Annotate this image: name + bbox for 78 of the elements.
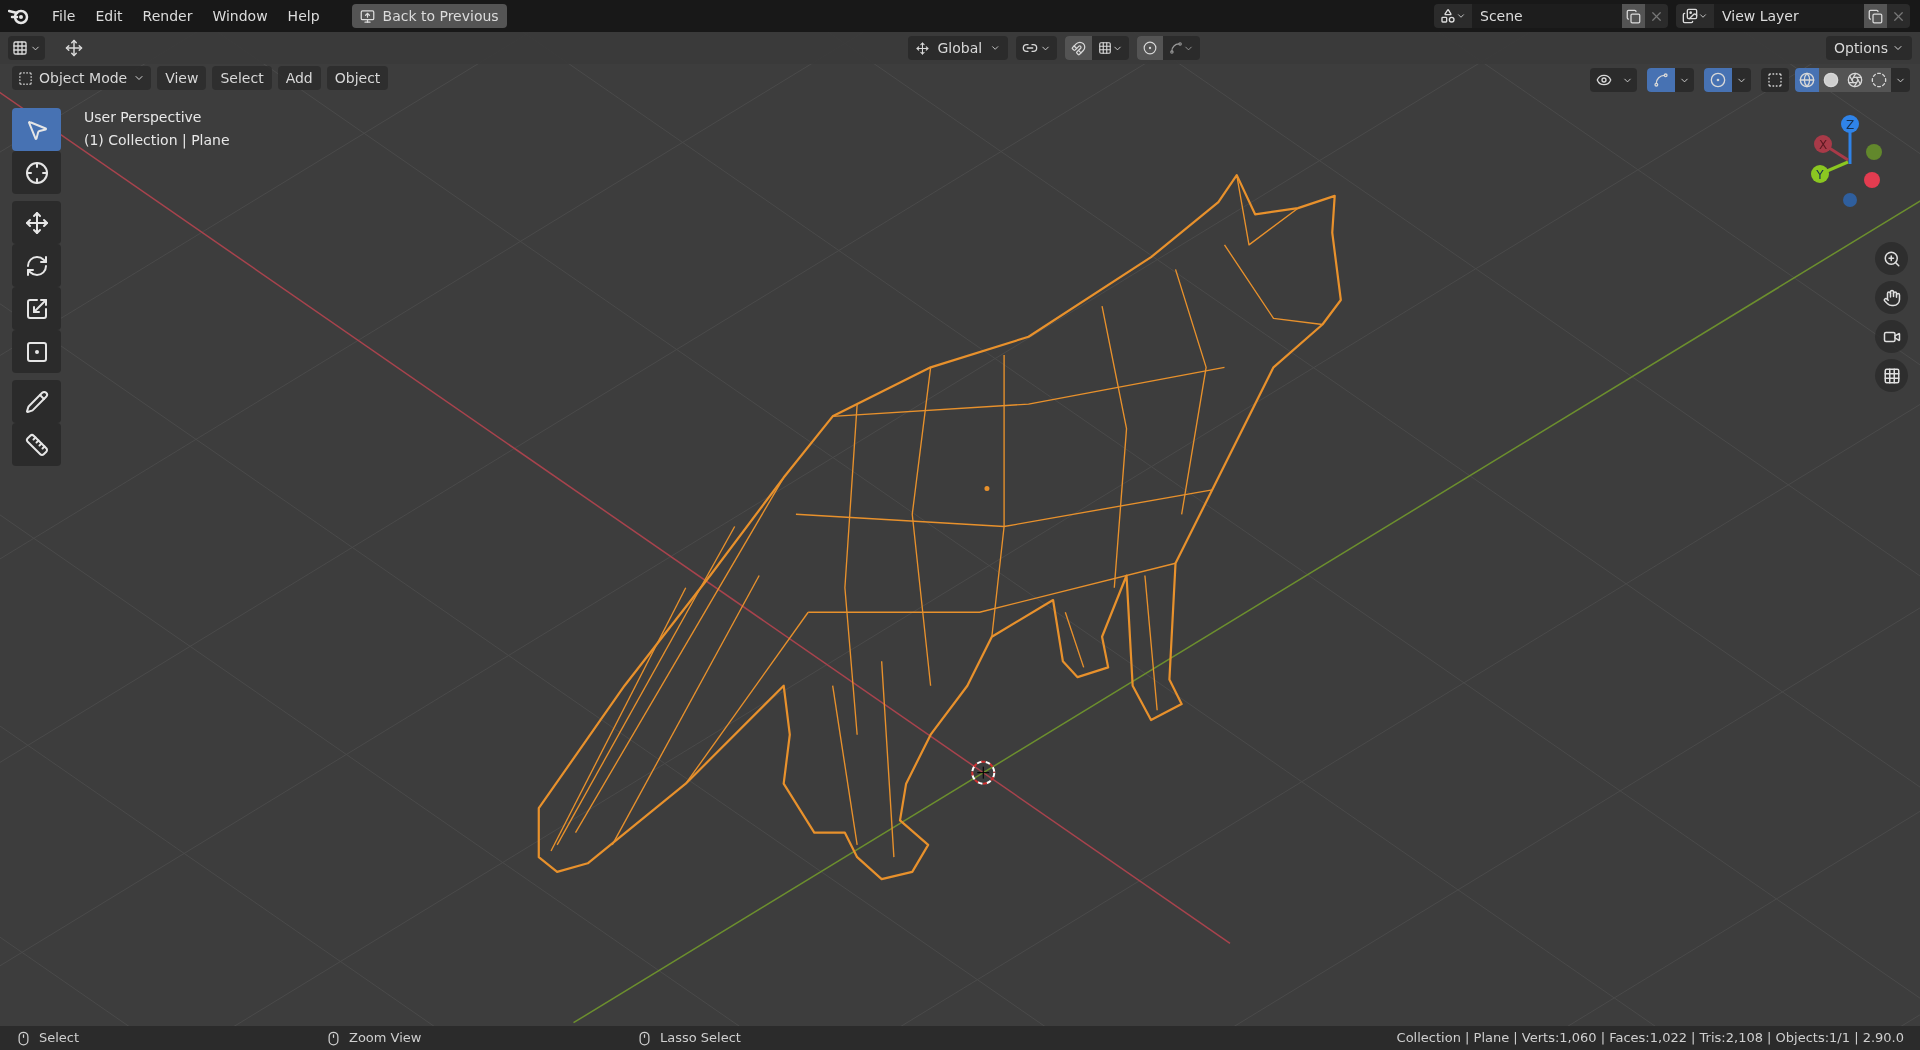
pencil-icon xyxy=(24,389,49,414)
viewport-info-text: (1) Collection | Plane xyxy=(84,131,230,151)
axis-handle[interactable] xyxy=(1866,144,1882,160)
status-hint: Zoom View xyxy=(349,1029,422,1048)
target-icon xyxy=(1143,41,1158,55)
mouse-icon xyxy=(16,1030,31,1046)
caret-icon xyxy=(1698,11,1708,21)
scene-field[interactable]: Scene xyxy=(1472,4,1622,28)
mouse-icon xyxy=(637,1030,652,1046)
shading-button[interactable] xyxy=(1795,68,1819,92)
editor-grid-icon xyxy=(12,40,28,56)
eye-icon xyxy=(1596,72,1612,88)
shapes-icon xyxy=(1440,8,1456,24)
mouse-icon xyxy=(326,1030,341,1046)
dashed-circle-icon xyxy=(1871,72,1887,88)
crosshair-icon xyxy=(24,160,49,185)
shading-button[interactable] xyxy=(1819,68,1843,92)
xray-square-icon xyxy=(1767,72,1783,88)
tool-button[interactable] xyxy=(12,151,61,194)
copy-button[interactable] xyxy=(1864,4,1887,28)
monitor-icon xyxy=(359,8,375,24)
transform-icon xyxy=(24,339,49,364)
toggle-button[interactable] xyxy=(1704,68,1732,92)
header-menu[interactable]: Select xyxy=(212,66,272,90)
back-button[interactable]: Back to Previous xyxy=(351,4,507,28)
copy-icon xyxy=(1868,8,1883,24)
copy-button[interactable] xyxy=(1622,4,1645,28)
ruler-icon xyxy=(24,432,49,457)
axis-handle[interactable]: Z xyxy=(1841,115,1859,164)
header-menu[interactable]: View xyxy=(157,66,207,90)
globe-icon xyxy=(1799,72,1815,88)
status-hint: Select xyxy=(39,1029,80,1048)
navigation-button[interactable] xyxy=(1875,320,1908,353)
view-layer-field[interactable]: View Layer xyxy=(1714,4,1864,28)
move-icon[interactable] xyxy=(65,39,83,57)
copy-icon xyxy=(1626,8,1641,24)
viewport-info-text: User Perspective xyxy=(84,108,203,127)
menu-item[interactable]: Edit xyxy=(85,3,133,29)
toggle-button[interactable] xyxy=(1647,68,1675,92)
object-square-icon xyxy=(18,70,33,86)
axis-handle[interactable]: Y xyxy=(1811,160,1849,183)
menu-item[interactable]: File xyxy=(42,3,86,29)
orientation-dropdown[interactable]: Global xyxy=(908,36,1009,60)
options-dropdown[interactable]: Options xyxy=(1825,36,1912,60)
tool-button[interactable] xyxy=(12,330,61,373)
navigation-button[interactable] xyxy=(1875,242,1908,275)
scale-icon xyxy=(24,296,49,321)
3d-cursor-icon xyxy=(971,760,996,785)
menu-item[interactable]: Help xyxy=(277,3,330,29)
shading-button[interactable] xyxy=(1867,68,1891,92)
axis-handle[interactable] xyxy=(1864,172,1880,188)
menu-item[interactable]: Render xyxy=(132,3,203,29)
zoom-icon xyxy=(1882,249,1901,268)
tool-button[interactable] xyxy=(12,201,61,244)
move-icon xyxy=(24,210,49,235)
tool-button[interactable] xyxy=(12,380,61,423)
caret-icon xyxy=(1456,11,1466,21)
header-menu[interactable]: Object xyxy=(326,66,389,90)
mode-dropdown[interactable]: Object Mode xyxy=(12,66,152,90)
status-hint: Lasso Select xyxy=(660,1029,741,1048)
navigation-button[interactable] xyxy=(1875,359,1908,392)
header-menu[interactable]: Add xyxy=(277,66,321,90)
grid-icon xyxy=(1882,366,1901,385)
navigation-button[interactable] xyxy=(1875,281,1908,314)
rotate-icon xyxy=(24,253,49,278)
snap-toggle[interactable] xyxy=(1065,36,1093,60)
hand-icon xyxy=(1882,288,1901,307)
menu-item[interactable]: Window xyxy=(202,3,278,29)
tool-button[interactable] xyxy=(12,423,61,466)
falloff-curve-icon xyxy=(1169,41,1184,55)
pivot-button[interactable] xyxy=(1016,36,1058,60)
proportional-toggle[interactable] xyxy=(1137,36,1164,60)
magnet-icon xyxy=(1071,40,1087,56)
circle-icon xyxy=(1823,72,1839,88)
scene-stats: Collection | Plane | Verts:1,060 | Faces:1,022 | Tris:2,108 | Objects:1/1 | 2.90.0 xyxy=(1396,1029,1904,1048)
images-icon xyxy=(1682,8,1698,24)
editor-type-button[interactable] xyxy=(8,36,45,60)
axis-handle[interactable] xyxy=(1843,193,1857,207)
